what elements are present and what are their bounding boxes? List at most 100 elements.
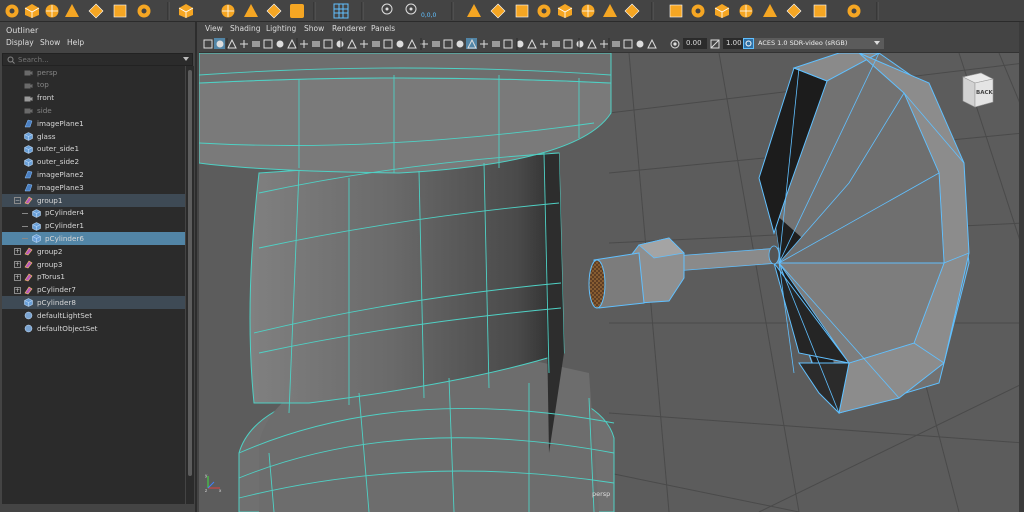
knife-icon[interactable] — [813, 4, 827, 18]
viewport-tool-icon[interactable] — [396, 40, 404, 48]
menu-renderer[interactable]: Renderer — [332, 24, 366, 33]
boolean-icon[interactable] — [537, 4, 551, 18]
3d-scene[interactable] — [199, 53, 1024, 512]
color-management-dropdown[interactable]: ACES 1.0 SDR-video (sRGB) — [754, 38, 884, 49]
viewport-tool-icon[interactable] — [466, 38, 477, 49]
spool-cylinder-mesh[interactable] — [199, 53, 615, 512]
outliner-item-imageplane1[interactable]: imagePlane1 — [2, 117, 185, 130]
viewport-tool-icon[interactable] — [600, 40, 608, 48]
viewport-tool-icon[interactable] — [287, 38, 297, 49]
viewport-tool-icon[interactable] — [612, 41, 620, 47]
color-management-icon[interactable] — [743, 38, 754, 49]
cube-icon[interactable] — [24, 4, 40, 18]
viewport-tool-icon[interactable] — [432, 41, 440, 47]
extract-icon[interactable] — [515, 4, 529, 18]
outliner-item-pcylinder7[interactable]: + pCylinder7 — [2, 284, 185, 297]
menu-lighting[interactable]: Lighting — [266, 24, 296, 33]
menu-help[interactable]: Help — [67, 38, 84, 47]
exposure-field[interactable]: 0.00 — [683, 38, 707, 49]
gamma-icon[interactable] — [710, 39, 720, 49]
expand-icon[interactable]: + — [14, 248, 21, 256]
viewcube[interactable]: BACK — [959, 69, 995, 109]
outliner-item-persp[interactable]: persp — [2, 66, 185, 79]
viewport-tool-icon[interactable] — [407, 38, 417, 49]
outliner-item-group2[interactable]: + group2 — [2, 245, 185, 258]
sphere-icon[interactable] — [45, 4, 59, 18]
menu-shading[interactable]: Shading — [230, 24, 260, 33]
smooth-icon[interactable] — [557, 4, 573, 18]
outliner-item-pcylinder6[interactable]: pCylinder6 — [2, 232, 185, 246]
menu-show[interactable]: Show — [40, 38, 60, 47]
viewport-tool-icon[interactable] — [300, 40, 308, 48]
viewport-tool-icon[interactable] — [647, 38, 657, 49]
offset-icon[interactable] — [405, 3, 417, 15]
outliner-item-glass[interactable]: glass — [2, 130, 185, 143]
viewport-tool-icon[interactable] — [347, 38, 357, 49]
menu-show[interactable]: Show — [304, 24, 324, 33]
separate-icon[interactable] — [490, 3, 506, 19]
outliner-scrollbar[interactable] — [186, 66, 194, 504]
viewport-tool-icon[interactable] — [252, 41, 260, 47]
scrollbar-thumb[interactable] — [188, 70, 192, 476]
viewcube-icon[interactable] — [959, 69, 995, 109]
outliner-item-ptorus1[interactable]: + pTorus1 — [2, 271, 185, 284]
exposure-icon[interactable] — [670, 39, 680, 49]
viewport-tool-icon[interactable] — [203, 39, 213, 49]
viewport-tool-icon[interactable] — [623, 39, 633, 49]
multicut-icon[interactable] — [786, 3, 802, 19]
fill-hole-icon[interactable] — [763, 4, 777, 17]
collapse-icon[interactable]: − — [14, 197, 21, 204]
outliner-item-defaultlightset[interactable]: defaultLightSet — [2, 309, 185, 322]
search-input[interactable] — [3, 54, 178, 65]
viewport-tool-icon[interactable] — [336, 40, 344, 48]
expand-icon[interactable]: + — [14, 273, 21, 281]
viewport-tool-icon[interactable] — [563, 39, 573, 49]
torus-icon[interactable] — [5, 4, 19, 18]
combine-icon[interactable] — [467, 4, 481, 17]
expand-icon[interactable]: + — [14, 261, 21, 268]
viewport-tool-icon[interactable] — [240, 40, 248, 48]
outliner-item-outer_side2[interactable]: outer_side2 — [2, 156, 185, 169]
diamond-icon[interactable] — [113, 4, 127, 18]
dodecahedron-icon[interactable] — [178, 4, 194, 18]
viewport-tool-icon[interactable] — [214, 38, 225, 49]
outliner-item-outer_side1[interactable]: outer_side1 — [2, 143, 185, 156]
viewport-tool-icon[interactable] — [383, 39, 393, 49]
bridge-edge-icon[interactable] — [714, 4, 730, 18]
bevel-icon[interactable] — [691, 4, 705, 18]
menu-display[interactable]: Display — [6, 38, 34, 47]
outliner-item-pcylinder4[interactable]: pCylinder4 — [2, 207, 185, 220]
viewport-tool-icon[interactable] — [516, 40, 524, 48]
viewport-tool-icon[interactable] — [443, 39, 453, 49]
viewport-tool-icon[interactable] — [276, 40, 284, 48]
polygon-icon[interactable] — [88, 3, 104, 19]
uv-icon[interactable] — [847, 4, 861, 18]
viewport-tool-icon[interactable] — [312, 41, 320, 47]
text-type-icon[interactable] — [266, 3, 282, 19]
expand-icon[interactable]: + — [14, 286, 21, 294]
svg-icon[interactable] — [290, 4, 304, 18]
viewport-panel[interactable]: View Shading Lighting Show Renderer Pane… — [199, 22, 1024, 512]
outliner-item-imageplane2[interactable]: imagePlane2 — [2, 168, 185, 181]
viewport-tool-icon[interactable] — [323, 39, 333, 49]
outliner-item-imageplane3[interactable]: imagePlane3 — [2, 181, 185, 194]
cone-icon[interactable] — [65, 4, 79, 17]
outliner-item-group3[interactable]: + group3 — [2, 258, 185, 271]
snap-icon[interactable] — [381, 3, 393, 15]
search-dropdown-icon[interactable] — [183, 57, 189, 61]
viewport-tool-icon[interactable] — [636, 40, 644, 48]
helix-icon[interactable] — [244, 4, 258, 17]
viewport-tool-icon[interactable] — [456, 40, 464, 48]
viewport-tool-icon[interactable] — [480, 40, 488, 48]
outliner-item-group1[interactable]: − group1 — [2, 194, 185, 207]
viewport-tool-icon[interactable] — [540, 40, 548, 48]
grid-icon[interactable] — [333, 3, 349, 19]
viewport-tool-icon[interactable] — [527, 38, 537, 49]
extrude-icon[interactable] — [669, 4, 683, 18]
mirror-icon[interactable] — [603, 4, 617, 17]
menu-view[interactable]: View — [205, 24, 223, 33]
menu-panels[interactable]: Panels — [371, 24, 395, 33]
viewport-tool-icon[interactable] — [552, 41, 560, 47]
append-icon[interactable] — [739, 4, 753, 18]
reduce-icon[interactable] — [581, 4, 595, 18]
